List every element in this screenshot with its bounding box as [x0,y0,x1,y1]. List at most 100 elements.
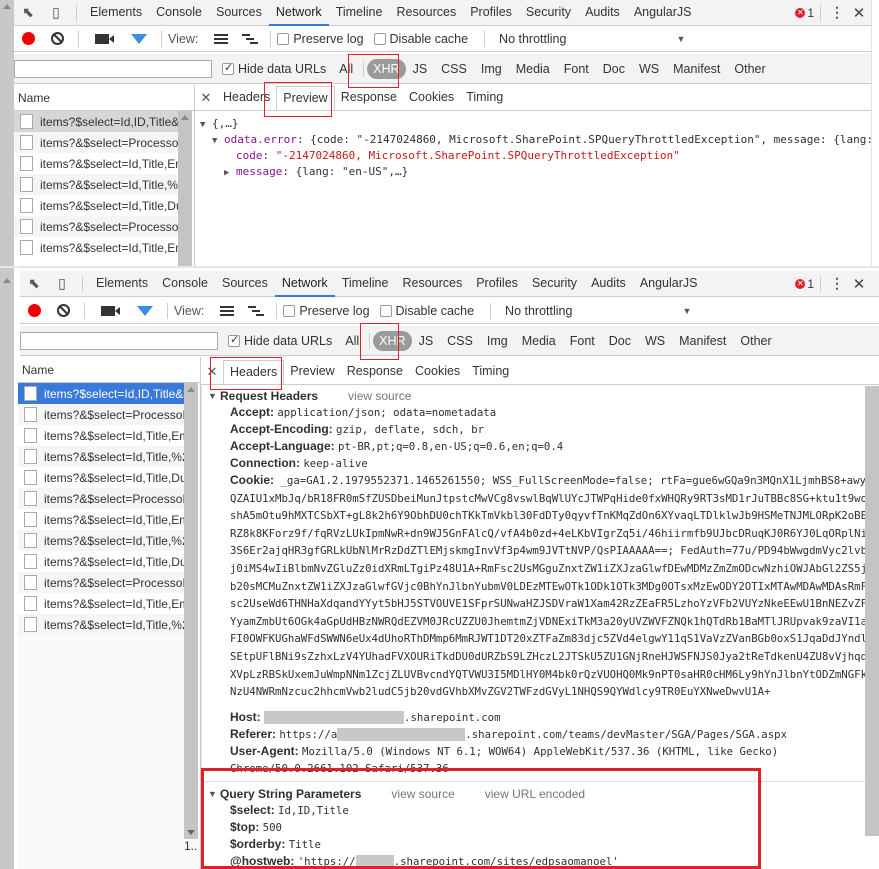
filter-other[interactable]: Other [727,59,772,79]
filter-ws[interactable]: WS [638,331,672,351]
close-devtools-icon[interactable]: ✕ [847,4,871,22]
tab-console[interactable]: Console [155,271,215,297]
filter-css[interactable]: CSS [434,59,474,79]
scroll-up-icon[interactable] [3,278,11,283]
request-row[interactable]: items?&$select=Id,Title,Em... [18,425,184,446]
request-headers-section[interactable]: ▼ Request Headers view source [202,386,871,404]
filter-icon[interactable] [137,305,153,316]
tab-network[interactable]: Network [268,0,329,26]
scroll-up-icon[interactable] [181,115,189,120]
filter-js[interactable]: JS [412,331,441,351]
tab-audits[interactable]: Audits [584,271,633,297]
json-root[interactable]: ▼ {,…} [200,116,870,132]
error-count-badge[interactable]: ✕ 1 [795,277,814,291]
request-row[interactable]: items?&$select=ProcessoId... [18,572,184,593]
more-options-icon[interactable]: ⋮ [827,4,847,21]
request-row[interactable]: items?&$select=Id,Title,%2... [18,530,184,551]
close-detail-icon[interactable]: ✕ [195,90,217,106]
expanded-triangle-icon[interactable]: ▼ [212,133,224,149]
filter-manifest[interactable]: Manifest [672,331,733,351]
filter-css[interactable]: CSS [440,331,480,351]
inspect-element-icon[interactable]: ⬉ [14,0,42,26]
filter-doc[interactable]: Doc [596,59,632,79]
tab-preview[interactable]: Preview [284,360,340,384]
filter-img[interactable]: Img [474,59,509,79]
checkbox[interactable] [283,304,296,317]
request-row[interactable]: items?&$select=Id,Title,Em... [18,593,184,614]
scroll-down-icon[interactable] [187,830,195,835]
record-icon[interactable] [28,304,41,317]
capture-screenshots-icon[interactable] [101,305,120,316]
checkbox[interactable] [373,32,386,45]
filter-ws[interactable]: WS [632,59,666,79]
request-row[interactable]: items?&$select=ProcessoId... [14,216,178,237]
throttling-select[interactable]: No throttling ▼ [491,32,685,46]
scroll-up-icon[interactable] [187,387,195,392]
tab-resources[interactable]: Resources [395,271,469,297]
name-column-header[interactable]: Name [14,85,194,111]
inspect-element-icon[interactable]: ⬉ [20,271,48,297]
tab-elements[interactable]: Elements [89,271,155,297]
request-list-scrollbar[interactable] [178,111,192,268]
clear-icon[interactable] [57,304,70,317]
large-rows-icon[interactable] [214,33,229,44]
collapsed-triangle-icon[interactable]: ▶ [224,165,236,181]
overview-icon[interactable] [248,305,265,316]
large-rows-icon[interactable] [220,305,235,316]
tab-resources[interactable]: Resources [389,0,463,26]
left-scrollbar[interactable] [0,0,14,268]
filter-font[interactable]: Font [563,331,602,351]
close-devtools-icon[interactable]: ✕ [847,275,871,293]
expanded-triangle-icon[interactable]: ▼ [200,117,212,133]
disable-cache-checkbox[interactable]: Disable cache [379,304,474,318]
tab-network[interactable]: Network [274,271,335,297]
request-row[interactable]: items?&$select=Id,Title,%2... [18,446,184,467]
tab-timing[interactable]: Timing [466,360,515,384]
left-scrollbar[interactable] [0,268,14,869]
hide-data-urls-checkbox[interactable]: Hide data URLs [228,333,332,348]
checkbox-checked[interactable] [222,61,234,75]
tab-cookies[interactable]: Cookies [403,86,460,110]
tab-profiles[interactable]: Profiles [463,0,519,26]
filter-js[interactable]: JS [406,59,435,79]
name-column-header[interactable]: Name [18,357,200,383]
scroll-up-icon[interactable] [3,4,11,9]
request-row[interactable]: items?&$select=ProcessoId... [18,404,184,425]
expanded-triangle-icon[interactable]: ▼ [208,391,220,401]
request-row[interactable]: items?&$select=Id,Title,%2... [18,614,184,635]
tab-audits[interactable]: Audits [578,0,627,26]
filter-other[interactable]: Other [733,331,778,351]
tab-timing[interactable]: Timing [460,86,509,110]
more-options-icon[interactable]: ⋮ [827,275,847,292]
checkbox[interactable] [277,32,290,45]
filter-media[interactable]: Media [515,331,563,351]
tab-security[interactable]: Security [519,0,578,26]
request-row[interactable]: items?&$select=Id,Title,Due... [14,195,178,216]
disable-cache-checkbox[interactable]: Disable cache [373,32,468,46]
json-error-node[interactable]: ▼ odata.error: {code: "-2147024860, Micro… [200,132,873,149]
request-row[interactable]: items?&$select=ProcessoId... [18,488,184,509]
filter-input[interactable] [20,331,218,350]
filter-font[interactable]: Font [557,59,596,79]
request-row[interactable]: items?$select=Id,ID,Title&$... [18,383,184,404]
tab-response[interactable]: Response [341,360,409,384]
tab-sources[interactable]: Sources [215,271,275,297]
filter-icon[interactable] [131,33,147,44]
tab-angularjs[interactable]: AngularJS [627,0,699,26]
request-row[interactable]: items?&$select=Id,Title,%2... [14,174,178,195]
request-list-scrollbar[interactable] [184,383,198,839]
headers-scrollbar[interactable] [865,386,879,836]
request-row[interactable]: items?&$select=Id,Title,Em... [14,153,178,174]
request-row[interactable]: items?&$select=Id,Title,Em... [18,509,184,530]
device-mode-icon[interactable]: ▯ [48,271,76,297]
request-row[interactable]: items?&$select=Id,Title,Em... [14,237,178,258]
device-mode-icon[interactable]: ▯ [42,0,70,26]
tab-console[interactable]: Console [149,0,209,26]
request-row[interactable]: items?&$select=ProcessoId... [14,132,178,153]
view-source-link[interactable]: view source [348,389,411,403]
clear-icon[interactable] [51,32,64,45]
checkbox-checked[interactable] [228,333,240,347]
tab-timeline[interactable]: Timeline [329,0,390,26]
tab-elements[interactable]: Elements [83,0,149,26]
throttling-select[interactable]: No throttling ▼ [497,304,691,318]
